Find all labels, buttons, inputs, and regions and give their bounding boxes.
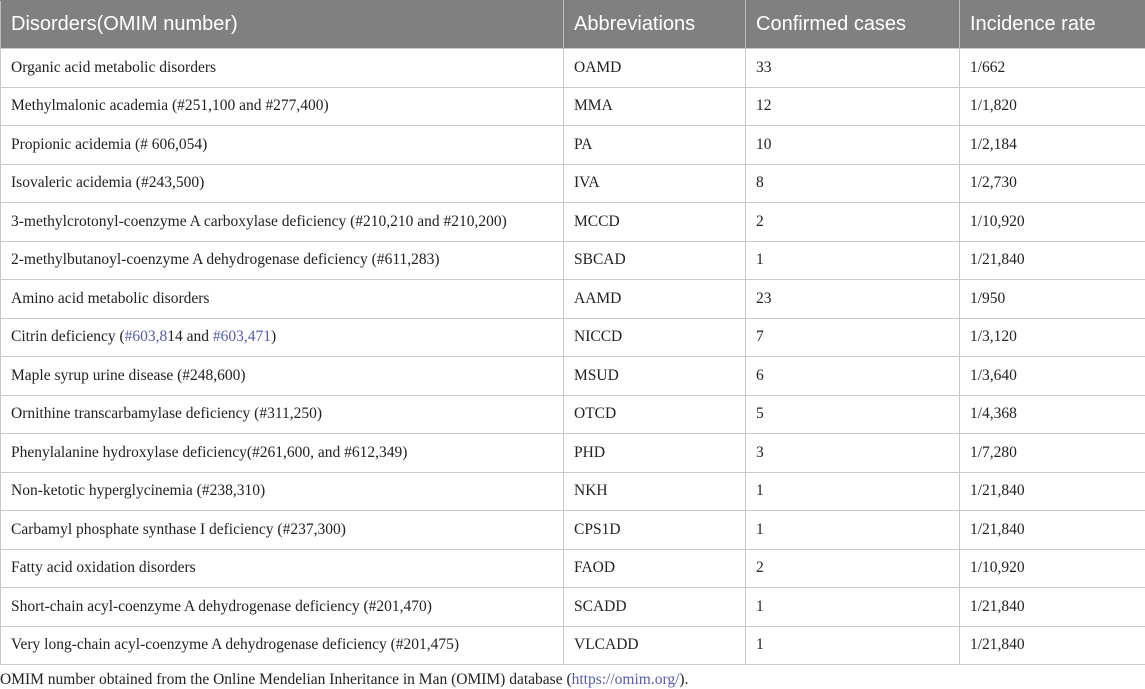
cell-incidence-rate: 1/10,920 — [959, 548, 1145, 588]
header-abbreviations: Abbreviations — [563, 0, 746, 49]
table-row: Fatty acid oxidation disorders FAOD 2 1/… — [0, 548, 1145, 588]
header-incidence-rate: Incidence rate — [959, 0, 1145, 49]
cell-disorder: Carbamyl phosphate synthase I deficiency… — [0, 510, 564, 550]
cell-incidence-rate: 1/950 — [959, 279, 1145, 319]
table-row: Maple syrup urine disease (#248,600) MSU… — [0, 356, 1145, 396]
table-body: Organic acid metabolic disorders OAMD 33… — [0, 48, 1145, 665]
disorder-text: 14 and — [167, 328, 213, 346]
table-row: Ornithine transcarbamylase deficiency (#… — [0, 394, 1145, 434]
cell-disorder: Fatty acid oxidation disorders — [0, 548, 564, 588]
table-row: Non-ketotic hyperglycinemia (#238,310) N… — [0, 471, 1145, 511]
cell-confirmed-cases: 6 — [745, 356, 960, 396]
cell-incidence-rate: 1/10,920 — [959, 202, 1145, 242]
cell-confirmed-cases: 10 — [745, 125, 960, 165]
cell-incidence-rate: 1/1,820 — [959, 86, 1145, 126]
cell-incidence-rate: 1/21,840 — [959, 587, 1145, 627]
cell-incidence-rate: 1/2,730 — [959, 163, 1145, 203]
cell-confirmed-cases: 2 — [745, 202, 960, 242]
cell-disorder: Amino acid metabolic disorders — [0, 279, 564, 319]
cell-confirmed-cases: 1 — [745, 510, 960, 550]
cell-disorder: Citrin deficiency (#603,814 and #603,471… — [0, 317, 564, 357]
cell-incidence-rate: 1/3,120 — [959, 317, 1145, 357]
cell-confirmed-cases: 1 — [745, 240, 960, 280]
cell-abbreviation: IVA — [563, 163, 746, 203]
cell-abbreviation: PHD — [563, 433, 746, 473]
cell-disorder: 2-methylbutanoyl-coenzyme A dehydrogenas… — [0, 240, 564, 280]
table-row: Organic acid metabolic disorders OAMD 33… — [0, 48, 1145, 88]
table-header: Disorders(OMIM number) Abbreviations Con… — [0, 0, 1145, 49]
cell-abbreviation: AAMD — [563, 279, 746, 319]
cell-abbreviation: SCADD — [563, 587, 746, 627]
cell-abbreviation: MMA — [563, 86, 746, 126]
cell-incidence-rate: 1/2,184 — [959, 125, 1145, 165]
cell-confirmed-cases: 1 — [745, 587, 960, 627]
cell-disorder: Short-chain acyl-coenzyme A dehydrogenas… — [0, 587, 564, 627]
cell-incidence-rate: 1/4,368 — [959, 394, 1145, 434]
cell-confirmed-cases: 7 — [745, 317, 960, 357]
footnote-text-end: ). — [679, 671, 689, 688]
table-row: 2-methylbutanoyl-coenzyme A dehydrogenas… — [0, 240, 1145, 280]
table-row: Citrin deficiency (#603,814 and #603,471… — [0, 317, 1145, 357]
header-disorders: Disorders(OMIM number) — [0, 0, 564, 49]
table-row: Phenylalanine hydroxylase deficiency(#26… — [0, 433, 1145, 473]
table-row: Amino acid metabolic disorders AAMD 23 1… — [0, 279, 1145, 319]
cell-confirmed-cases: 33 — [745, 48, 960, 88]
table-footnote: OMIM number obtained from the Online Men… — [0, 671, 688, 689]
cell-confirmed-cases: 1 — [745, 625, 960, 665]
omim-website-link[interactable]: https://omim.org/ — [572, 671, 680, 688]
cell-incidence-rate: 1/21,840 — [959, 240, 1145, 280]
disorders-table: Disorders(OMIM number) Abbreviations Con… — [0, 0, 1145, 665]
cell-confirmed-cases: 12 — [745, 86, 960, 126]
cell-incidence-rate: 1/21,840 — [959, 510, 1145, 550]
cell-confirmed-cases: 8 — [745, 163, 960, 203]
table-row: Isovaleric acidemia (#243,500) IVA 8 1/2… — [0, 163, 1145, 203]
footnote-text: OMIM number obtained from the Online Men… — [0, 671, 572, 688]
cell-abbreviation: CPS1D — [563, 510, 746, 550]
cell-confirmed-cases: 2 — [745, 548, 960, 588]
cell-abbreviation: MCCD — [563, 202, 746, 242]
omim-link[interactable]: #603,471 — [213, 328, 271, 345]
table-row: 3-methylcrotonyl-coenzyme A carboxylase … — [0, 202, 1145, 242]
cell-abbreviation: PA — [563, 125, 746, 165]
omim-link[interactable]: #603,8 — [125, 328, 168, 345]
cell-abbreviation: NICCD — [563, 317, 746, 357]
cell-disorder: Maple syrup urine disease (#248,600) — [0, 356, 564, 396]
table-row: Methylmalonic academia (#251,100 and #27… — [0, 86, 1145, 126]
cell-incidence-rate: 1/7,280 — [959, 433, 1145, 473]
header-confirmed-cases: Confirmed cases — [745, 0, 960, 49]
header-row: Disorders(OMIM number) Abbreviations Con… — [0, 0, 1145, 49]
cell-disorder: Methylmalonic academia (#251,100 and #27… — [0, 86, 564, 126]
cell-confirmed-cases: 1 — [745, 471, 960, 511]
cell-disorder: 3-methylcrotonyl-coenzyme A carboxylase … — [0, 202, 564, 242]
cell-abbreviation: SBCAD — [563, 240, 746, 280]
table-row: Carbamyl phosphate synthase I deficiency… — [0, 510, 1145, 550]
table-row: Propionic acidemia (# 606,054) PA 10 1/2… — [0, 125, 1145, 165]
cell-incidence-rate: 1/662 — [959, 48, 1145, 88]
cell-disorder: Isovaleric acidemia (#243,500) — [0, 163, 564, 203]
cell-incidence-rate: 1/21,840 — [959, 471, 1145, 511]
cell-disorder: Propionic acidemia (# 606,054) — [0, 125, 564, 165]
cell-confirmed-cases: 5 — [745, 394, 960, 434]
table-row: Very long-chain acyl-coenzyme A dehydrog… — [0, 625, 1145, 665]
cell-incidence-rate: 1/21,840 — [959, 625, 1145, 665]
cell-disorder: Ornithine transcarbamylase deficiency (#… — [0, 394, 564, 434]
cell-confirmed-cases: 23 — [745, 279, 960, 319]
cell-disorder: Phenylalanine hydroxylase deficiency(#26… — [0, 433, 564, 473]
cell-abbreviation: VLCADD — [563, 625, 746, 665]
disorder-text: ) — [271, 328, 277, 346]
disorder-text: Citrin deficiency ( — [11, 328, 125, 346]
cell-incidence-rate: 1/3,640 — [959, 356, 1145, 396]
cell-disorder: Non-ketotic hyperglycinemia (#238,310) — [0, 471, 564, 511]
cell-abbreviation: OTCD — [563, 394, 746, 434]
cell-disorder: Organic acid metabolic disorders — [0, 48, 564, 88]
cell-abbreviation: MSUD — [563, 356, 746, 396]
cell-abbreviation: NKH — [563, 471, 746, 511]
cell-abbreviation: OAMD — [563, 48, 746, 88]
table-row: Short-chain acyl-coenzyme A dehydrogenas… — [0, 587, 1145, 627]
cell-abbreviation: FAOD — [563, 548, 746, 588]
cell-disorder: Very long-chain acyl-coenzyme A dehydrog… — [0, 625, 564, 665]
cell-confirmed-cases: 3 — [745, 433, 960, 473]
